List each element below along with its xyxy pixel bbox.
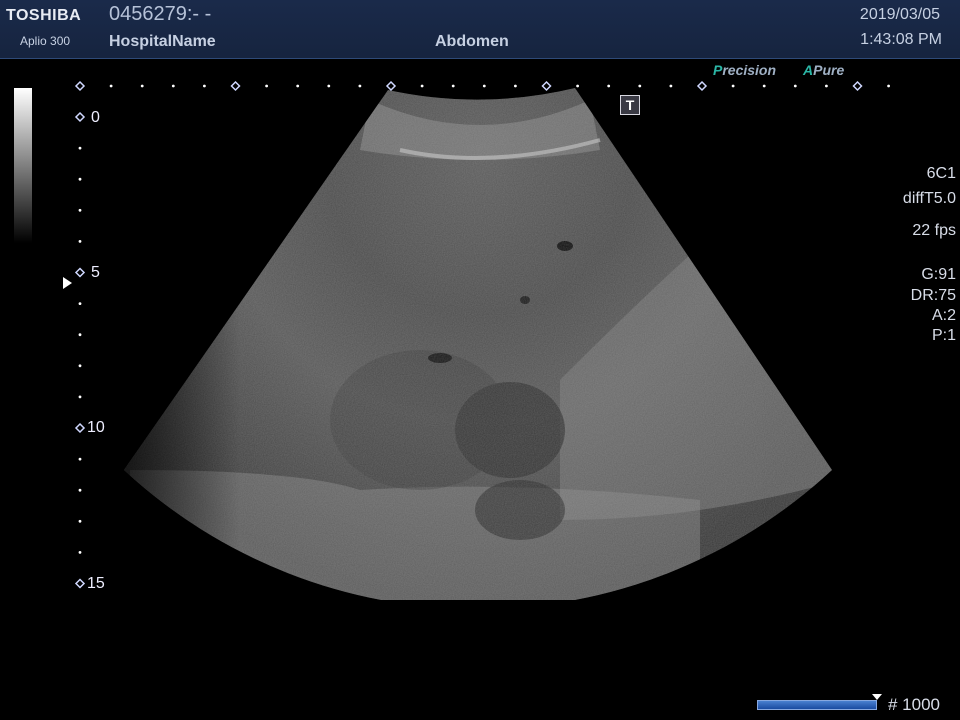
header-bar: TOSHIBA Aplio 300 0456279:- - HospitalNa… xyxy=(0,0,960,59)
lateral-minor-tick xyxy=(265,84,268,88)
depth-minor-tick xyxy=(78,240,82,243)
cine-scroll-bar[interactable] xyxy=(757,700,877,710)
exam-date: 2019/03/05 xyxy=(859,6,940,23)
lateral-major-tick xyxy=(852,80,863,92)
depth-minor-tick xyxy=(78,208,82,212)
lateral-minor-tick xyxy=(887,84,890,88)
lateral-minor-tick xyxy=(140,84,144,88)
lateral-minor-tick xyxy=(638,84,642,88)
lateral-minor-tick xyxy=(514,84,517,88)
apure-mode-label: APure xyxy=(803,62,844,78)
lateral-minor-tick xyxy=(451,84,455,88)
apure-rest: Pure xyxy=(813,62,845,78)
grayscale-bar xyxy=(14,88,32,243)
depth-minor-tick xyxy=(78,364,82,368)
depth-label-5: 5 xyxy=(91,264,100,281)
lateral-minor-tick xyxy=(109,84,113,88)
lateral-major-tick xyxy=(696,80,708,92)
lateral-minor-tick xyxy=(669,84,673,88)
dynamic-range-label: DR:75 xyxy=(910,287,956,304)
depth-major-tick xyxy=(74,267,86,278)
sector-scan xyxy=(124,88,832,600)
depth-minor-tick xyxy=(78,551,82,554)
patient-id: 0456279:- - xyxy=(109,3,212,25)
depth-label-10: 10 xyxy=(87,419,105,436)
precision-mode-label: Precision xyxy=(713,62,776,78)
lateral-minor-tick xyxy=(762,84,766,88)
depth-minor-tick xyxy=(78,395,82,399)
brand-logo: TOSHIBA xyxy=(6,7,82,24)
gain-label: G:91 xyxy=(921,266,956,283)
lateral-major-tick xyxy=(230,80,241,92)
lateral-minor-tick xyxy=(576,84,579,88)
precision-lead: P xyxy=(713,62,723,78)
probe-label: 6C1 xyxy=(926,165,956,182)
depth-minor-tick xyxy=(78,519,82,523)
depth-minor-tick xyxy=(78,333,82,337)
lateral-minor-tick xyxy=(327,84,331,88)
ultrasound-image-area xyxy=(74,80,890,600)
lateral-minor-tick xyxy=(171,84,175,88)
exam-time: 1:43:08 PM xyxy=(860,31,942,48)
lateral-minor-tick xyxy=(731,84,735,88)
p-param-label: P:1 xyxy=(931,327,956,344)
lateral-minor-tick xyxy=(607,84,611,88)
depth-major-tick xyxy=(74,422,86,434)
exam-type: Abdomen xyxy=(435,33,509,50)
cine-position-caret-icon[interactable] xyxy=(872,694,882,700)
depth-label-15: 15 xyxy=(87,575,105,592)
thi-badge: T xyxy=(620,95,640,115)
lateral-scale xyxy=(74,80,890,92)
depth-minor-tick xyxy=(78,457,82,461)
hospital-name: HospitalName xyxy=(109,33,216,50)
lateral-minor-tick xyxy=(825,84,828,88)
lateral-minor-tick xyxy=(793,84,797,88)
depth-label-0: 0 xyxy=(91,109,100,126)
lateral-major-tick xyxy=(541,80,552,92)
lateral-minor-tick xyxy=(358,84,362,88)
depth-minor-tick xyxy=(78,488,82,492)
frame-count: # 1000 xyxy=(888,695,940,714)
apure-lead: A xyxy=(803,62,814,78)
lateral-minor-tick xyxy=(296,84,300,88)
depth-major-tick xyxy=(74,111,86,123)
preset-label: diffT5.0 xyxy=(902,190,956,207)
lateral-minor-tick xyxy=(482,84,486,88)
lateral-minor-tick xyxy=(203,84,206,88)
precision-rest: recision xyxy=(722,62,777,78)
lateral-minor-tick xyxy=(420,84,424,88)
depth-scale xyxy=(74,111,86,589)
frame-rate-label: 22 fps xyxy=(912,222,956,239)
depth-major-tick xyxy=(74,578,86,589)
focus-marker-icon xyxy=(63,277,72,289)
depth-minor-tick xyxy=(78,146,82,150)
device-model: Aplio 300 xyxy=(20,34,71,48)
lateral-major-tick xyxy=(385,80,397,92)
a-param-label: A:2 xyxy=(931,307,956,324)
depth-minor-tick xyxy=(78,177,82,181)
depth-minor-tick xyxy=(78,302,82,305)
lateral-major-tick xyxy=(74,80,86,92)
